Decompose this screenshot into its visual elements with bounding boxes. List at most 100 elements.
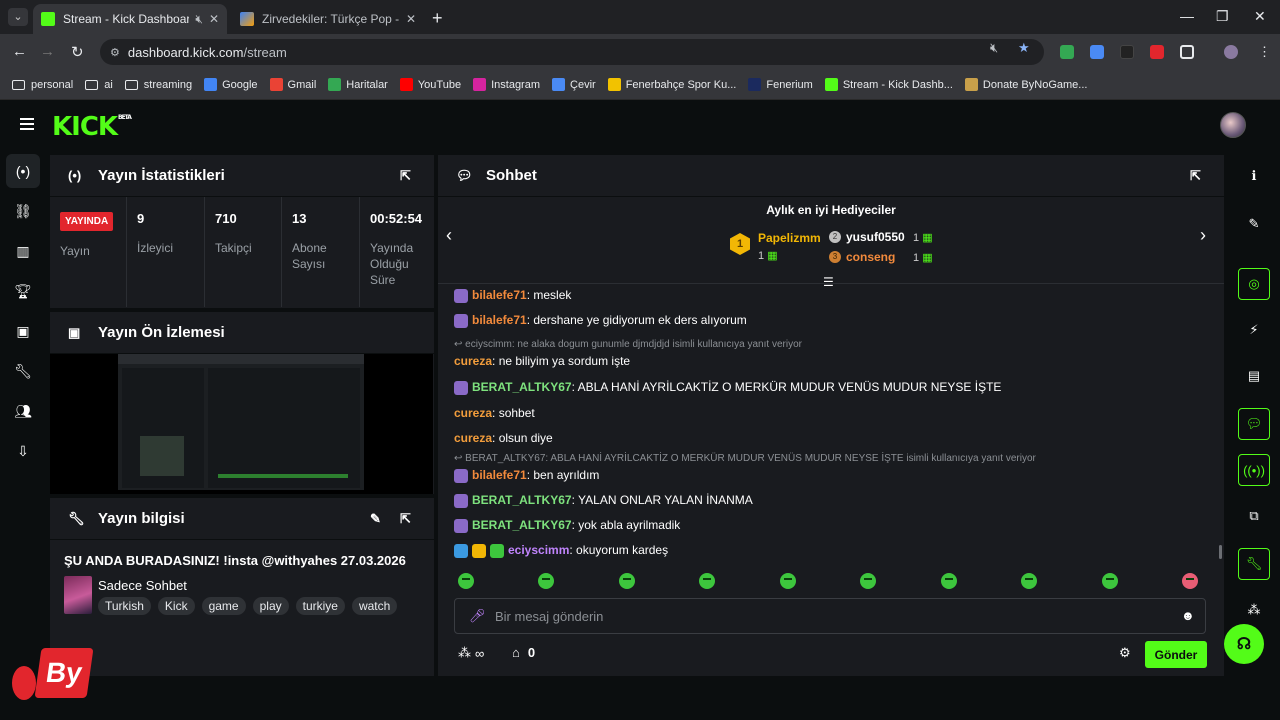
wrench-icon[interactable]: 🔧︎ (6, 354, 40, 388)
info-icon[interactable]: ℹ (1238, 160, 1270, 192)
bookmark-4[interactable]: Gmail (269, 78, 316, 91)
bookmark-star-icon[interactable]: ★ (1018, 40, 1030, 56)
bookmark-11[interactable]: Stream - Kick Dashb... (824, 78, 953, 91)
tab-kick-dashboard[interactable]: Stream - Kick Dashboard 🔇︎ ✕ (33, 4, 227, 34)
chat-username[interactable]: BERAT_ALTKY67 (472, 518, 572, 532)
community-icon[interactable]: 👥︎ (6, 394, 40, 428)
chat-message[interactable]: cureza: sohbet (454, 406, 535, 420)
preview-toggle-icon[interactable]: ◎ (1238, 268, 1270, 300)
chat-message[interactable]: cureza: ne biliyim ya sordum işte (454, 354, 630, 368)
chat-message[interactable]: bilalefe71: ben ayrıldım (454, 468, 599, 483)
preview-player[interactable] (50, 354, 433, 494)
channel-points[interactable]: ⁂ ∞ (458, 645, 484, 661)
notes-icon[interactable]: ▤ (1238, 360, 1270, 392)
chat-input[interactable]: 🎤︎ Bir mesaj gönderin ☻ (454, 598, 1206, 634)
chat-message[interactable]: eciyscimm: okuyorum kardeş (454, 543, 668, 558)
chat-scrollbar[interactable] (1219, 545, 1222, 559)
extension-record-icon[interactable] (1150, 45, 1164, 59)
prev-arrow-icon[interactable]: ‹ (446, 225, 452, 246)
quick-emote-icon[interactable] (1181, 573, 1198, 589)
chat-username[interactable]: bilalefe71 (472, 313, 527, 327)
user-avatar[interactable] (1220, 112, 1246, 138)
video-library-icon[interactable]: ▣ (6, 314, 40, 348)
quick-emote-icon[interactable] (1101, 573, 1118, 589)
bookmark-2[interactable]: streaming (124, 79, 192, 91)
broadcast-toggle-icon[interactable]: ((•)) (1238, 454, 1270, 486)
category-name[interactable]: Sadece Sohbet (98, 578, 187, 593)
bookmark-1[interactable]: ai (85, 79, 113, 91)
mute-tab-icon[interactable]: 🔇︎ (195, 12, 203, 27)
kick-logo[interactable]: KICK BETA (52, 112, 132, 142)
forward-arrow-icon[interactable]: → (40, 43, 55, 60)
extensions-puzzle-icon[interactable] (1180, 45, 1194, 59)
chat-message[interactable]: BERAT_ALTKY67: yok abla ayrilmadik (454, 518, 680, 533)
analytics-icon[interactable]: ▥ (6, 234, 40, 268)
quick-emote-icon[interactable] (860, 573, 877, 589)
collapse-gifters-icon[interactable]: ☰ (823, 275, 834, 289)
url-input[interactable]: ⚙ dashboard.kick.com/stream (100, 39, 1044, 65)
chat-message[interactable]: bilalefe71: meslek (454, 288, 571, 303)
edit-info-icon[interactable]: ✎ (370, 511, 381, 527)
minimize-icon[interactable]: — (1180, 8, 1194, 24)
chat-username[interactable]: BERAT_ALTKY67 (472, 380, 572, 394)
chat-settings-icon[interactable]: ⚙ (1119, 645, 1131, 661)
quick-emote-icon[interactable] (458, 573, 474, 589)
reload-icon[interactable]: ↻ (71, 43, 84, 61)
site-info-icon[interactable]: ⚙ (110, 46, 120, 59)
gifter-name[interactable]: yusuf0550 (846, 230, 905, 244)
profile-avatar-icon[interactable] (1224, 45, 1238, 59)
support-headset-button[interactable]: ☊ (1224, 624, 1264, 664)
chat-message[interactable]: bilalefe71: dershane ye gidiyorum ek der… (454, 313, 747, 328)
chat-username[interactable]: bilalefe71 (472, 288, 527, 302)
chat-toggle-icon[interactable]: 💬︎ (1238, 408, 1270, 440)
quick-emote-icon[interactable] (699, 573, 716, 589)
extension-translate-icon[interactable] (1090, 45, 1104, 59)
trophy-icon[interactable]: 🏆︎ (6, 274, 40, 308)
bookmark-8[interactable]: Çevir (552, 78, 596, 91)
multistream-icon[interactable]: ⧉ (1238, 500, 1270, 532)
edit-icon[interactable]: ✎ (1238, 208, 1270, 240)
muted-icon[interactable]: 🔇︎ (990, 40, 998, 56)
bookmark-10[interactable]: Fenerium (748, 78, 813, 91)
popout-icon[interactable]: ⇱ (400, 168, 411, 184)
chat-username[interactable]: BERAT_ALTKY67 (472, 493, 572, 507)
bookmark-5[interactable]: Haritalar (328, 78, 388, 91)
send-button[interactable]: Gönder (1145, 641, 1207, 668)
stream-broadcast-icon[interactable]: (•) (6, 154, 40, 188)
chat-username[interactable]: cureza (454, 406, 492, 420)
microphone-icon[interactable]: 🎤︎ (469, 608, 486, 624)
chat-message[interactable]: cureza: olsun diye (454, 431, 553, 445)
quick-emote-icon[interactable] (1021, 573, 1038, 589)
back-arrow-icon[interactable]: ← (12, 43, 27, 60)
tag-pill[interactable]: play (252, 597, 289, 615)
download-icon[interactable]: ⇩ (6, 434, 40, 468)
share-icon[interactable]: ⁂ (1238, 594, 1270, 626)
browser-menu-icon[interactable]: ⋮ (1258, 44, 1271, 60)
chat-username[interactable]: bilalefe71 (472, 468, 527, 482)
bookmark-9[interactable]: Fenerbahçe Spor Ku... (607, 78, 736, 91)
quick-emote-icon[interactable] (779, 573, 796, 589)
tools-toggle-icon[interactable]: 🔧︎ (1238, 548, 1270, 580)
hamburger-menu-icon[interactable] (20, 118, 34, 130)
chat-message[interactable]: BERAT_ALTKY67: ABLA HANİ AYRİLCAKTİZ O M… (454, 380, 1001, 395)
close-window-icon[interactable]: ✕ (1254, 8, 1266, 25)
popout-icon[interactable]: ⇱ (1190, 168, 1201, 184)
chat-username[interactable]: cureza (454, 354, 492, 368)
quick-emote-icon[interactable] (618, 573, 635, 589)
tag-pill[interactable]: turkiye (295, 597, 345, 615)
links-icon[interactable]: ⛓ (6, 194, 40, 228)
bookmark-6[interactable]: YouTube (399, 78, 461, 91)
popout-icon[interactable]: ⇱ (400, 511, 411, 527)
quick-emote-icon[interactable] (940, 573, 957, 589)
maximize-icon[interactable]: ❐ (1216, 8, 1229, 25)
tag-pill[interactable]: Kick (157, 597, 195, 615)
bookmark-0[interactable]: personal (12, 79, 73, 91)
close-tab-icon[interactable]: ✕ (209, 12, 219, 26)
chat-username[interactable]: eciyscimm (508, 543, 569, 557)
bookmark-3[interactable]: Google (204, 78, 258, 91)
store-button[interactable]: ⌂ 0 (512, 645, 535, 660)
new-tab-button[interactable]: + (432, 8, 443, 29)
chat-username[interactable]: cureza (454, 431, 492, 445)
tag-pill[interactable]: Turkish (98, 597, 151, 615)
tab-search-button[interactable]: ⌄ (8, 8, 28, 26)
